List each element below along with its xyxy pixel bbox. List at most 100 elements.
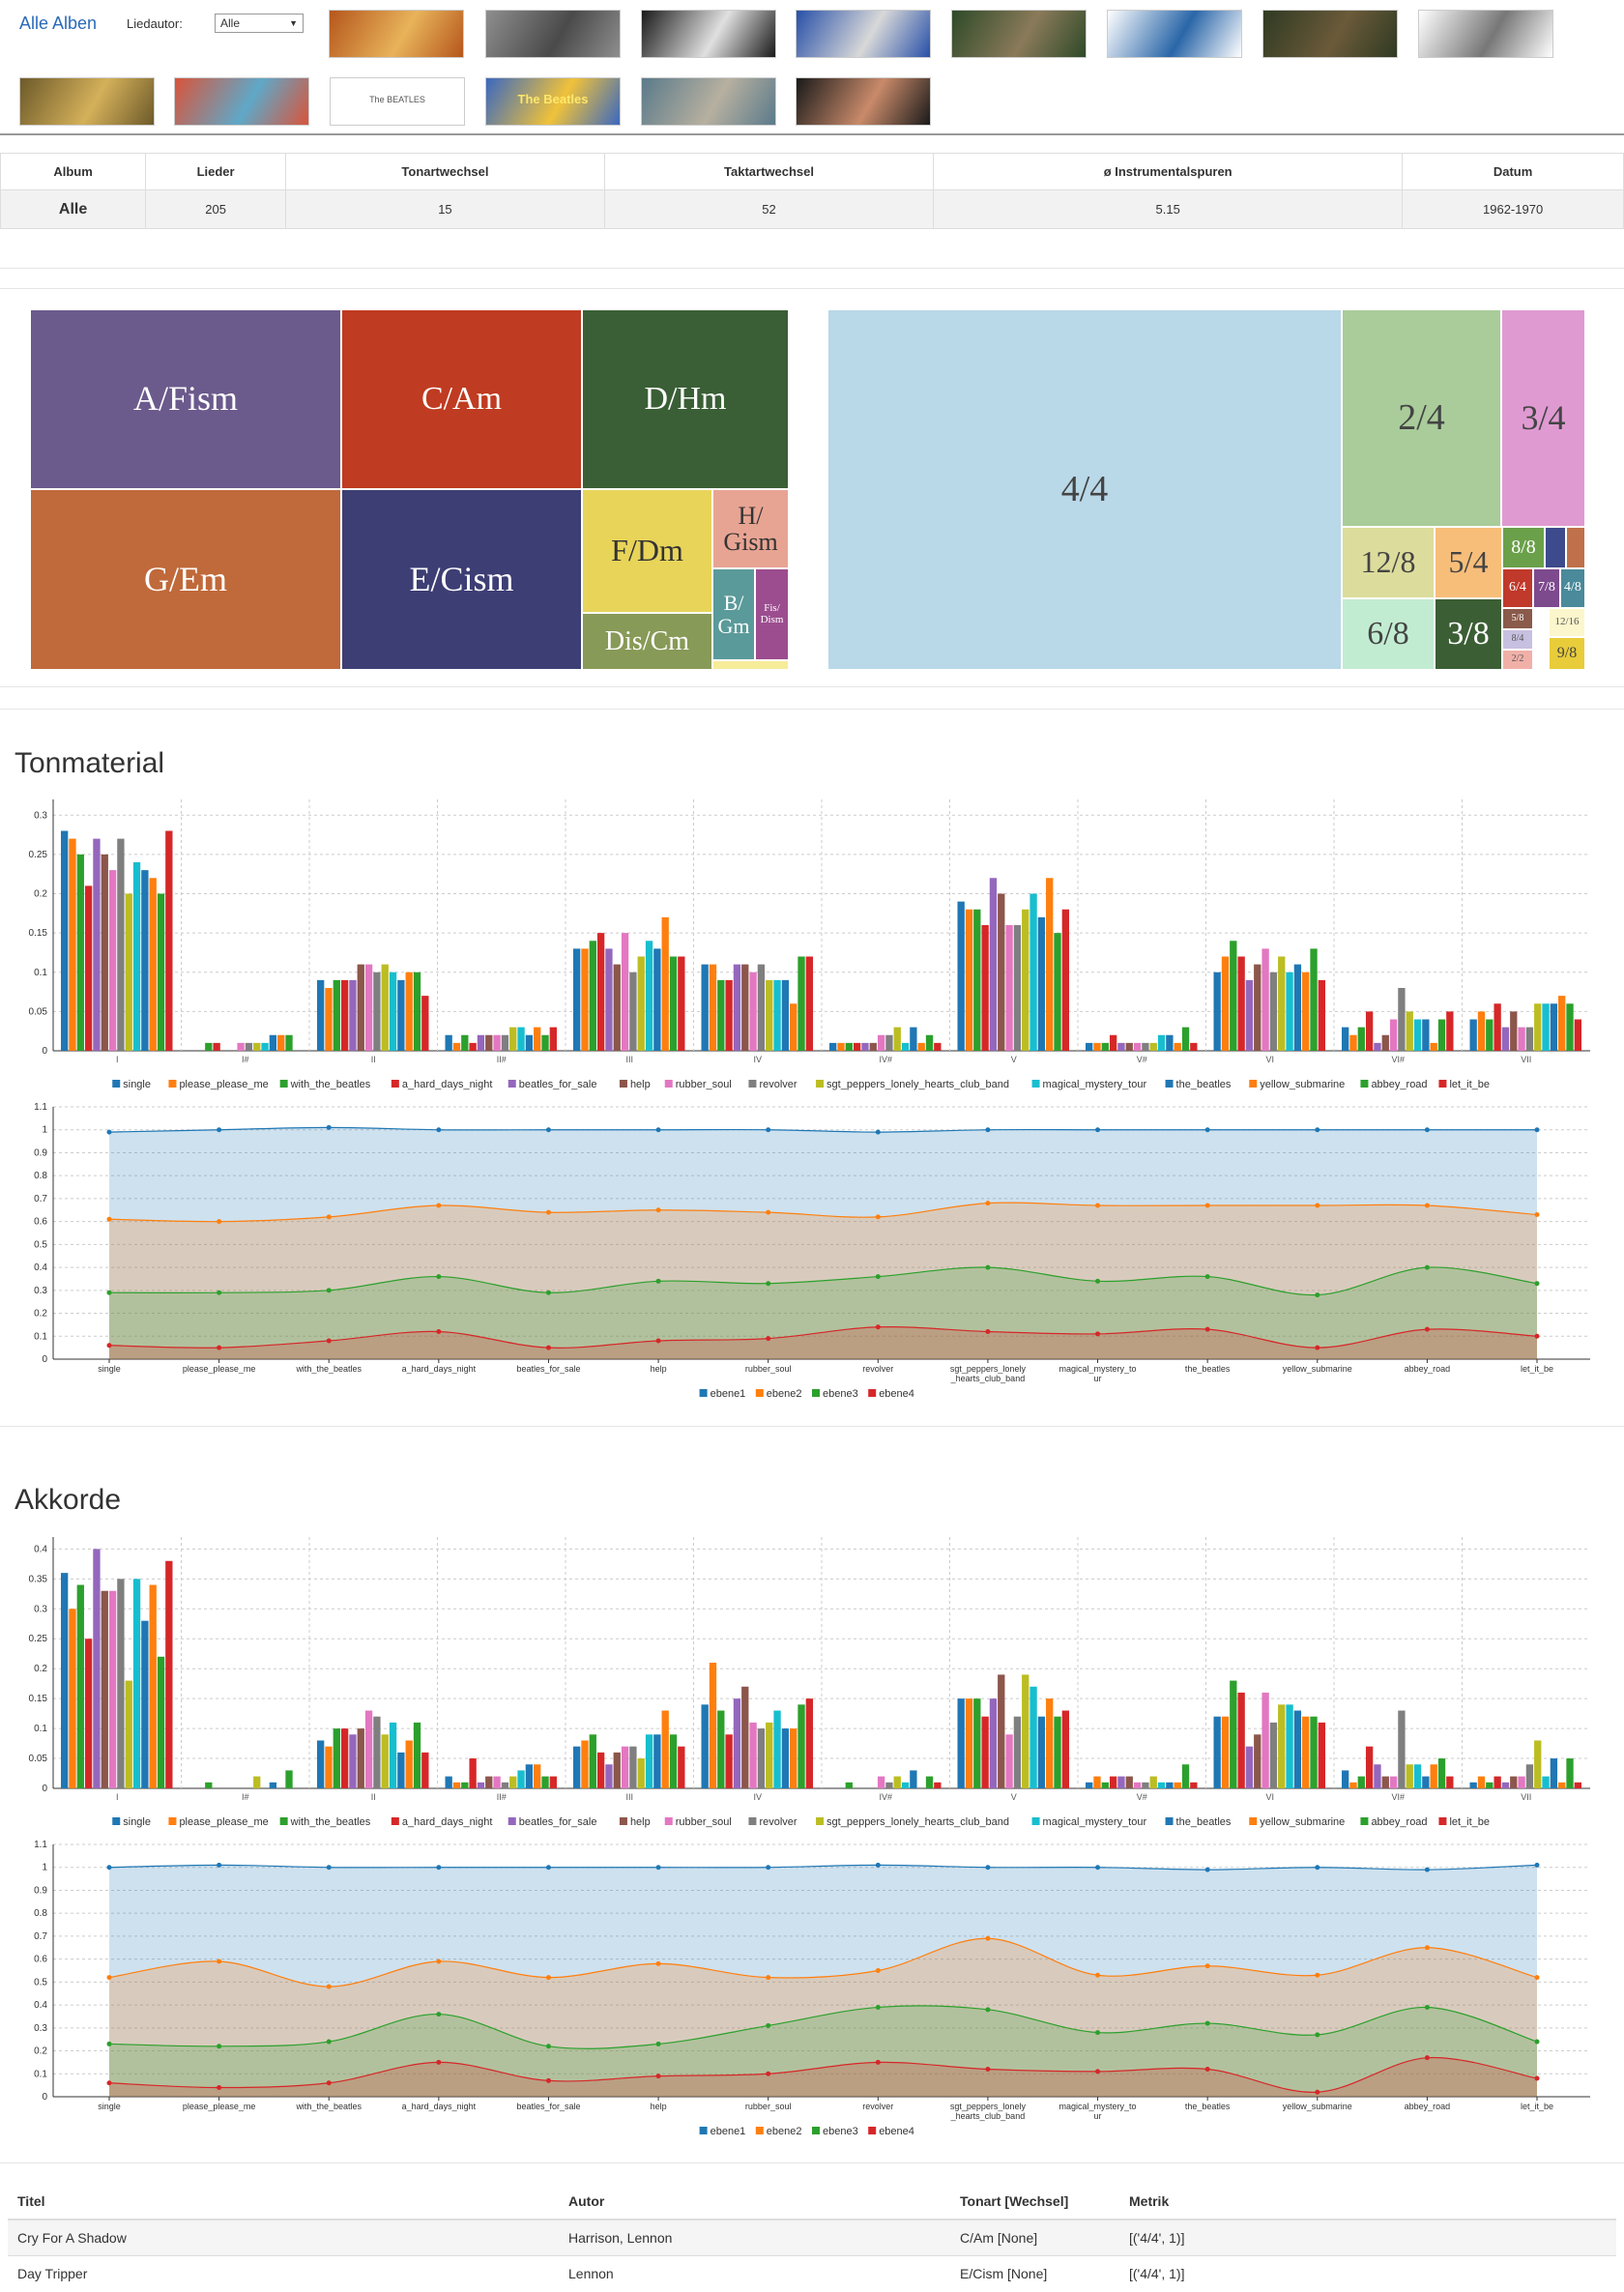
cover-faces-grid[interactable] <box>796 10 931 58</box>
cover-rubber-soul[interactable] <box>1262 10 1398 58</box>
treemap-tile-label: E/Cism <box>409 559 514 598</box>
data-point <box>217 1862 222 1868</box>
cover-band-photo[interactable] <box>641 10 776 58</box>
chart-bar <box>1534 1740 1542 1788</box>
x-tick-label: with_the_beatles <box>295 2102 362 2111</box>
treemap-tile[interactable]: Dis/Cm <box>582 613 712 670</box>
x-tick-label: VII <box>1521 1055 1531 1064</box>
data-point <box>1424 1203 1430 1208</box>
treemap-tile[interactable]: G/Em <box>30 489 341 670</box>
treemap-tile[interactable]: D/Hm <box>582 309 789 489</box>
chart-bar <box>645 941 653 1051</box>
data-point <box>436 1274 442 1280</box>
legend-swatch <box>664 1817 673 1825</box>
treemap-tile[interactable]: 5/4 <box>1435 527 1502 598</box>
data-point <box>1534 1281 1540 1287</box>
song-header-author[interactable]: Autor <box>559 2183 950 2220</box>
cover-abbey-road[interactable] <box>641 77 776 126</box>
treemap-tile[interactable]: 12/16 <box>1549 608 1585 637</box>
data-point <box>217 1127 222 1133</box>
divider <box>0 2162 1624 2163</box>
divider <box>0 686 1624 687</box>
chart-bar <box>445 1776 452 1788</box>
cover-collage[interactable] <box>485 10 621 58</box>
song-header-key[interactable]: Tonart [Wechsel] <box>950 2183 1119 2220</box>
data-point <box>1204 2020 1210 2026</box>
data-point <box>1095 1127 1101 1133</box>
treemap-tile[interactable]: C/Am <box>341 309 582 489</box>
legend-label: yellow_submarine <box>1260 1079 1345 1090</box>
y-tick-label: 0.8 <box>34 1171 47 1181</box>
data-point <box>875 1214 881 1220</box>
data-point <box>326 1288 332 1293</box>
treemap-tile[interactable] <box>712 660 789 670</box>
treemap-tile[interactable]: 7/8 <box>1533 568 1560 608</box>
treemap-tile[interactable]: 2/4 <box>1342 309 1501 527</box>
song-title: Cry For A Shadow <box>8 2219 559 2255</box>
legend-swatch <box>816 1080 825 1088</box>
chart-bar <box>1430 1764 1437 1788</box>
treemap-tile-label: H/ Gism <box>723 501 778 556</box>
cover-revolver[interactable] <box>1418 10 1553 58</box>
summary-instrument-tracks: 5.15 <box>933 189 1404 229</box>
cover-white-album[interactable]: The BEATLES <box>330 77 465 126</box>
chart-bar <box>69 1609 76 1788</box>
treemap-tile[interactable]: 12/8 <box>1342 527 1435 598</box>
cover-help[interactable] <box>1107 10 1242 58</box>
cover-band-photo[interactable] <box>951 10 1087 58</box>
chart-bar <box>69 838 76 1051</box>
treemap-tile[interactable] <box>1545 527 1566 568</box>
data-point <box>655 1207 661 1213</box>
treemap-tile[interactable]: 3/8 <box>1435 598 1502 670</box>
treemap-tile[interactable]: 8/8 <box>1502 527 1545 568</box>
treemap-tile[interactable]: F/Dm <box>582 489 712 613</box>
legend-label: the_beatles <box>1176 1816 1232 1828</box>
cover-yellow-submarine[interactable]: The Beatles <box>485 77 621 126</box>
legend-label: let_it_be <box>1449 1079 1490 1090</box>
all-albums-link[interactable]: Alle Alben <box>19 14 97 34</box>
treemap-tile[interactable]: 8/4 <box>1502 629 1533 650</box>
treemap-tile[interactable]: E/Cism <box>341 489 582 670</box>
data-point <box>436 2012 442 2017</box>
treemap-tile[interactable]: 6/8 <box>1342 598 1435 670</box>
chart-bar <box>1374 1042 1381 1051</box>
chart-bar <box>461 1782 469 1788</box>
chart-bar <box>757 1728 766 1788</box>
cover-with-the-beatles[interactable] <box>329 10 464 58</box>
cover-let-it-be[interactable] <box>796 77 931 126</box>
data-point <box>766 2071 771 2076</box>
chart-bar <box>452 1042 461 1051</box>
song-header-meter[interactable]: Metrik <box>1119 2183 1616 2220</box>
treemap-tile[interactable]: 6/4 <box>1502 568 1533 608</box>
treemap-tile[interactable]: A/Fism <box>30 309 341 489</box>
treemap-tile[interactable]: 3/4 <box>1501 309 1585 527</box>
treemap-tile[interactable]: B/ Gm <box>712 568 755 660</box>
data-point <box>766 1336 771 1342</box>
x-tick-label: VI# <box>1391 1055 1405 1064</box>
legend-swatch <box>1165 1817 1174 1825</box>
treemap-tile[interactable]: H/ Gism <box>712 489 789 568</box>
data-point <box>1204 1963 1210 1969</box>
chart-bar <box>749 972 757 1051</box>
chart-bar <box>1117 1042 1125 1051</box>
legend-swatch <box>168 1080 177 1088</box>
treemap-tile[interactable]: Fis/ Dism <box>755 568 789 660</box>
summary-header-instrument-tracks: ø Instrumentalspuren <box>933 153 1404 190</box>
treemap-tile[interactable]: 5/8 <box>1502 608 1533 629</box>
table-row[interactable]: Day Tripper Lennon E/Cism [None] [('4/4'… <box>8 2254 1616 2291</box>
x-tick-label: a_hard_days_night <box>402 2102 477 2111</box>
cover-sgt-pepper[interactable] <box>19 77 155 126</box>
treemap-tile[interactable] <box>1566 527 1585 568</box>
cover-magical-mystery-tour[interactable] <box>174 77 309 126</box>
chart-bar <box>1046 1698 1054 1788</box>
song-header-title[interactable]: Titel <box>8 2183 559 2220</box>
author-select[interactable]: Alle ▼ <box>215 14 304 33</box>
treemap-tile[interactable]: 4/8 <box>1560 568 1585 608</box>
chart-bar <box>1093 1776 1101 1788</box>
chart-bar <box>1142 1782 1149 1788</box>
treemap-tile[interactable]: 9/8 <box>1549 637 1585 670</box>
table-row[interactable]: Cry For A Shadow Harrison, Lennon C/Am [… <box>8 2219 1616 2255</box>
chart-bar <box>973 1698 981 1788</box>
treemap-tile[interactable]: 4/4 <box>827 309 1342 670</box>
treemap-tile[interactable]: 2/2 <box>1502 650 1533 670</box>
